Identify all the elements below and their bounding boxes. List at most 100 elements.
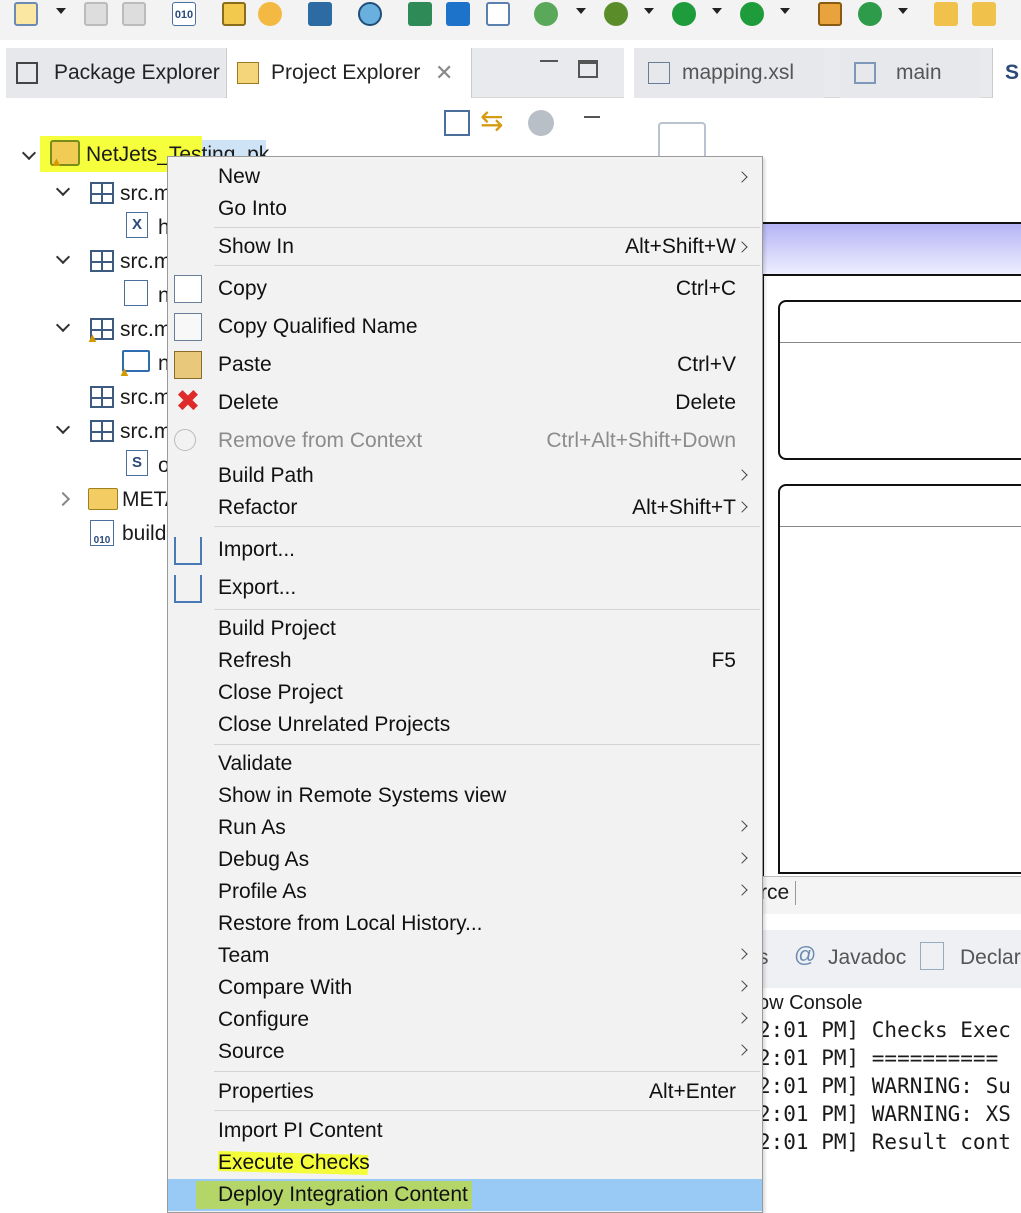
context-menu: New Go Into Show In Alt+Shift+W Copy Ctr…	[167, 156, 763, 1213]
tab-project-explorer[interactable]: Project Explorer ✕	[226, 48, 472, 98]
chevron-right-icon	[736, 1012, 748, 1024]
tab-source-editor[interactable]: rce	[760, 881, 797, 905]
menu-item-source[interactable]: Source	[168, 1036, 762, 1068]
menu-item-configure[interactable]: Configure	[168, 1004, 762, 1036]
canvas-header	[760, 222, 1021, 276]
menu-item-build-path[interactable]: Build Path	[168, 459, 762, 493]
checklist-icon[interactable]	[486, 2, 510, 26]
tab-javadoc[interactable]: Javadoc	[828, 946, 906, 970]
menu-item-restore-local-history[interactable]: Restore from Local History...	[168, 908, 762, 940]
package-icon[interactable]	[818, 2, 842, 26]
chevron-right-icon	[736, 1044, 748, 1056]
tree-item[interactable]: src.m	[120, 313, 171, 347]
remove-context-icon	[174, 429, 196, 451]
menu-item-copy[interactable]: Copy Ctrl+C	[168, 271, 762, 307]
run-external-icon[interactable]	[740, 2, 764, 26]
chevron-down-icon[interactable]	[898, 8, 908, 14]
menu-item-close-project[interactable]: Close Project	[168, 677, 762, 709]
tree-item[interactable]: src.m	[120, 381, 171, 415]
chevron-down-icon[interactable]	[55, 419, 71, 435]
tree-item[interactable]: build	[122, 517, 166, 551]
filters-icon[interactable]	[528, 110, 554, 136]
menu-item-refresh[interactable]: Refresh F5	[168, 645, 762, 677]
console-line: 2:01 PM] Checks Exec	[758, 1018, 1011, 1042]
new-wizard-icon[interactable]	[14, 2, 38, 26]
menu-item-copy-qualified-name[interactable]: Copy Qualified Name	[168, 309, 762, 345]
tab-declaration[interactable]: Declara	[960, 946, 1021, 970]
close-icon[interactable]: ✕	[435, 48, 453, 98]
deploy-icon[interactable]	[408, 2, 432, 26]
binary-file-icon[interactable]: 010	[172, 2, 196, 26]
chevron-down-icon[interactable]	[780, 8, 790, 14]
menu-item-execute-checks[interactable]: Execute Checks	[168, 1147, 762, 1179]
run-config-icon[interactable]	[446, 2, 470, 26]
menu-item-compare-with[interactable]: Compare With	[168, 972, 762, 1004]
menu-item-run-as[interactable]: Run As	[168, 812, 762, 844]
export-icon	[174, 575, 202, 603]
link-with-editor-icon[interactable]: ⇆	[480, 106, 510, 136]
chevron-right-icon	[736, 980, 748, 992]
menu-item-show-remote-systems[interactable]: Show in Remote Systems view	[168, 780, 762, 812]
chevron-down-icon[interactable]	[21, 145, 37, 161]
menu-item-delete[interactable]: ✖ Delete Delete	[168, 385, 762, 421]
tree-item[interactable]: src.m	[120, 245, 171, 279]
canvas-divider	[780, 526, 1021, 527]
chevron-down-icon[interactable]	[55, 317, 71, 333]
menu-item-team[interactable]: Team	[168, 940, 762, 972]
run-icon[interactable]	[672, 2, 696, 26]
tab-mapping-xsl[interactable]: mapping.xsl	[634, 48, 824, 98]
menu-item-profile-as[interactable]: Profile As	[168, 876, 762, 908]
chevron-down-icon[interactable]	[55, 181, 71, 197]
menu-item-build-project[interactable]: Build Project	[168, 613, 762, 645]
debug-bug-icon[interactable]	[604, 2, 628, 26]
tree-item[interactable]: src.m	[120, 177, 171, 211]
build-icon[interactable]	[222, 2, 246, 26]
xsl-file-icon	[124, 280, 148, 306]
tree-item[interactable]: src.m	[120, 415, 171, 449]
collapse-all-icon[interactable]	[444, 110, 470, 136]
package-icon	[90, 386, 114, 408]
source-file-icon: S	[126, 450, 148, 476]
open-folder-icon[interactable]	[934, 2, 958, 26]
folder-icon	[88, 488, 118, 510]
console-line: 2:01 PM] WARNING: XS	[758, 1102, 1011, 1126]
chevron-down-icon[interactable]	[55, 249, 71, 265]
save-all-icon[interactable]	[122, 2, 146, 26]
maximize-icon[interactable]	[578, 60, 598, 78]
chevron-down-icon[interactable]	[712, 8, 722, 14]
run-step-icon[interactable]	[534, 2, 558, 26]
menu-item-refactor[interactable]: Refactor Alt+Shift+T	[168, 491, 762, 525]
menu-item-close-unrelated-projects[interactable]: Close Unrelated Projects	[168, 709, 762, 741]
copy-qualified-icon	[174, 313, 202, 341]
menu-item-show-in[interactable]: Show In Alt+Shift+W	[168, 231, 762, 263]
monitor-icon[interactable]	[308, 2, 332, 26]
menu-item-paste[interactable]: Paste Ctrl+V	[168, 347, 762, 383]
menu-item-debug-as[interactable]: Debug As	[168, 844, 762, 876]
menu-item-go-into[interactable]: Go Into	[168, 193, 762, 225]
menu-item-export[interactable]: Export...	[168, 569, 762, 607]
chevron-down-icon[interactable]	[56, 8, 66, 14]
tab-main[interactable]: main	[840, 48, 980, 98]
minimize-icon[interactable]	[540, 60, 558, 62]
refresh-icon[interactable]	[858, 2, 882, 26]
paste-icon	[174, 351, 202, 379]
chevron-right-icon	[736, 469, 748, 481]
transfer-icon[interactable]	[258, 2, 282, 26]
tab-package-explorer[interactable]: Package Explorer	[6, 48, 224, 98]
menu-item-properties[interactable]: Properties Alt+Enter	[168, 1075, 762, 1109]
console-line: 2:01 PM] WARNING: Su	[758, 1074, 1011, 1098]
menu-item-import-pi-content[interactable]: Import PI Content	[168, 1115, 762, 1147]
menu-item-import[interactable]: Import...	[168, 531, 762, 569]
menu-item-new[interactable]: New	[168, 161, 762, 193]
tab-source[interactable]: S	[992, 48, 1021, 98]
save-icon[interactable]	[84, 2, 108, 26]
menu-item-deploy-integration-content[interactable]: Deploy Integration Content	[168, 1179, 762, 1211]
chevron-right-icon[interactable]	[55, 491, 71, 507]
folder-icon[interactable]	[972, 2, 996, 26]
chevron-down-icon[interactable]	[576, 8, 586, 14]
chevron-down-icon[interactable]	[644, 8, 654, 14]
menu-item-remove-from-context[interactable]: Remove from Context Ctrl+Alt+Shift+Down	[168, 423, 762, 459]
pin-icon[interactable]	[358, 2, 382, 26]
view-menu-icon[interactable]	[584, 116, 600, 118]
menu-item-validate[interactable]: Validate	[168, 748, 762, 780]
